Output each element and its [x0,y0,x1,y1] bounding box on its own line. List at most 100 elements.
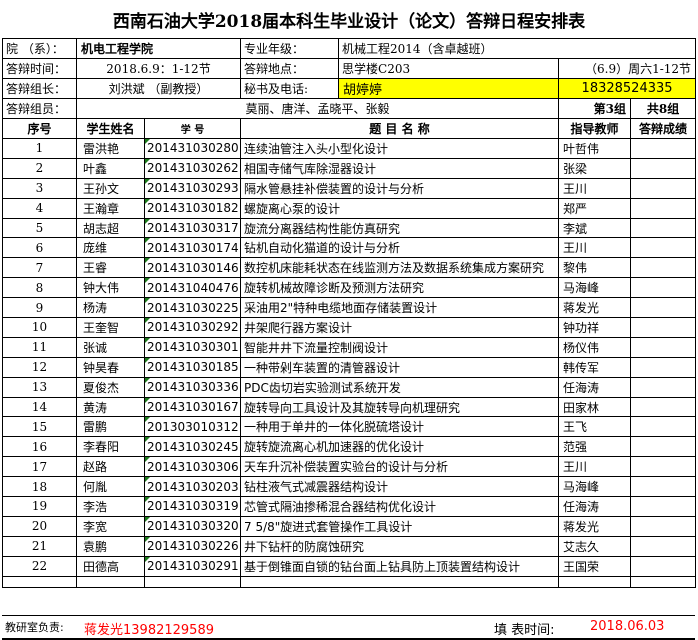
advisor-name[interactable]: 范强 [558,436,632,458]
thesis-topic[interactable]: 7 5/8"旋进式套管操作工具设计 [240,515,560,537]
advisor-name[interactable]: 王川 [558,456,632,478]
advisor-name[interactable]: 杨仪伟 [558,336,632,358]
student-id[interactable]: 201431030245 [143,436,242,458]
thesis-topic[interactable]: 井下钻杆的防腐蚀研究 [240,535,560,557]
student-name[interactable]: 何胤 [76,476,145,498]
advisor-name[interactable]: 王飞 [558,416,632,438]
thesis-topic[interactable]: 数控机床能耗状态在线监测方法及数据系统集成方案研究 [240,257,560,279]
student-name[interactable]: 雷鹏 [76,416,145,438]
thesis-topic[interactable]: 采油用2"特种电缆地面存储装置设计 [240,297,560,319]
defense-score[interactable] [630,197,697,219]
advisor-name[interactable]: 蒋发光 [558,515,632,537]
student-id[interactable]: 201431040476 [143,277,242,299]
defense-score[interactable] [630,496,697,517]
advisor-name[interactable]: 蒋发光 [558,297,632,319]
defense-score[interactable] [630,416,697,438]
defense-score[interactable] [630,217,697,239]
student-id[interactable]: 201431030226 [143,535,242,557]
student-name[interactable]: 李春阳 [76,436,145,458]
thesis-topic[interactable]: 一种带剁车装置的清管器设计 [240,356,560,378]
student-id[interactable]: 201303010312 [143,416,242,438]
defense-score[interactable] [630,396,697,418]
members-value[interactable]: 莫丽、唐洋、孟晓平、张毅 [75,98,560,119]
student-name[interactable]: 李宽 [76,515,145,537]
thesis-topic[interactable]: 相国寺储气库除湿器设计 [240,157,560,179]
student-name[interactable]: 庞维 [76,237,145,259]
student-name[interactable]: 袁鹏 [76,535,145,557]
student-name[interactable]: 王奎智 [76,317,145,338]
thesis-topic[interactable]: 一种用于单井的一体化脱硫塔设计 [240,416,560,438]
leader-value[interactable]: 刘洪斌 （副教授） [75,78,242,99]
thesis-topic[interactable]: 旋转旋流离心机加速器的优化设计 [240,436,560,458]
thesis-topic[interactable]: 螺旋离心泵的设计 [240,197,560,219]
thesis-topic[interactable]: 智能井井下流量控制阀设计 [240,336,560,358]
advisor-name[interactable]: 马海峰 [558,277,632,299]
defense-score[interactable] [630,297,697,319]
student-name[interactable]: 张诚 [76,336,145,358]
student-name[interactable]: 赵路 [76,456,145,478]
advisor-name[interactable]: 钟功祥 [558,317,632,338]
student-id[interactable]: 201431030319 [143,496,242,517]
advisor-name[interactable]: 王国荣 [558,555,632,577]
defense-score[interactable] [630,555,697,577]
advisor-name[interactable]: 韩传军 [558,356,632,378]
place-value[interactable]: 思学楼C203 [338,58,560,79]
defense-score[interactable] [630,336,697,358]
defense-score[interactable] [630,157,697,179]
thesis-topic[interactable]: 旋转导向工具设计及其旋转导向机理研究 [240,396,560,418]
student-name[interactable]: 杨涛 [76,297,145,319]
student-name[interactable]: 雷洪艳 [76,138,145,159]
student-id[interactable]: 201431030174 [143,237,242,259]
thesis-topic[interactable]: 天车升沉补偿装置实验台的设计与分析 [240,456,560,478]
advisor-name[interactable]: 田家林 [558,396,632,418]
student-id[interactable]: 201431030293 [143,177,242,199]
student-id[interactable]: 201431030182 [143,197,242,219]
advisor-name[interactable]: 任海涛 [558,376,632,398]
student-name[interactable]: 王瀚章 [76,197,145,219]
thesis-topic[interactable]: 芯管式隔油掺稀混合器结构优化设计 [240,496,560,517]
secretary-name[interactable]: 胡婷婷 [338,78,560,99]
student-name[interactable]: 黄涛 [76,396,145,418]
thesis-topic[interactable]: 旋流分离器结构性能仿真研究 [240,217,560,239]
defense-score[interactable] [630,257,697,279]
defense-score[interactable] [630,277,697,299]
advisor-name[interactable]: 郑严 [558,197,632,219]
student-name[interactable]: 钟大伟 [76,277,145,299]
thesis-topic[interactable]: 连续油管注入头小型化设计 [240,138,560,159]
student-id[interactable]: 201431030301 [143,336,242,358]
major-value[interactable]: 机械工程2014（含卓越班） [338,38,697,59]
advisor-name[interactable]: 王川 [558,237,632,259]
student-id[interactable]: 201431030280 [143,138,242,159]
advisor-name[interactable]: 马海峰 [558,476,632,498]
advisor-name[interactable]: 艾志久 [558,535,632,557]
defense-score[interactable] [630,436,697,458]
student-name[interactable]: 李浩 [76,496,145,517]
student-name[interactable]: 田德高 [76,555,145,577]
thesis-topic[interactable]: 旋转机械故障诊断及预测方法研究 [240,277,560,299]
defense-score[interactable] [630,376,697,398]
secretary-phone[interactable]: 18328524335 [558,78,697,99]
student-id[interactable]: 201431030292 [143,317,242,338]
student-name[interactable]: 胡志超 [76,217,145,239]
student-name[interactable]: 夏俊杰 [76,376,145,398]
student-name[interactable]: 叶鑫 [76,157,145,179]
thesis-topic[interactable]: 井架爬行器方案设计 [240,317,560,338]
student-id[interactable]: 201431030320 [143,515,242,537]
student-id[interactable]: 201431030203 [143,476,242,498]
thesis-topic[interactable]: 基于倒锥面自锁的钻台面上钻具防上顶装置结构设计 [240,555,560,577]
student-id[interactable]: 201431030317 [143,217,242,239]
defense-score[interactable] [630,317,697,338]
office-contact[interactable]: 蒋发光13982129589 [84,619,214,638]
schedule-value[interactable]: （6.9）周六1-12节 [558,58,697,79]
thesis-topic[interactable]: 钻机自动化猫道的设计与分析 [240,237,560,259]
thesis-topic[interactable]: PDC齿切岩实验测试系统开发 [240,376,560,398]
student-id[interactable]: 201431030336 [143,376,242,398]
defense-score[interactable] [630,515,697,537]
thesis-topic[interactable]: 隔水管悬挂补偿装置的设计与分析 [240,177,560,199]
student-id[interactable]: 201431030146 [143,257,242,279]
advisor-name[interactable]: 李斌 [558,217,632,239]
student-id[interactable]: 201431030167 [143,396,242,418]
time-value[interactable]: 2018.6.9：1-12节 [75,58,242,79]
student-name[interactable]: 王睿 [76,257,145,279]
student-name[interactable]: 王孙文 [76,177,145,199]
